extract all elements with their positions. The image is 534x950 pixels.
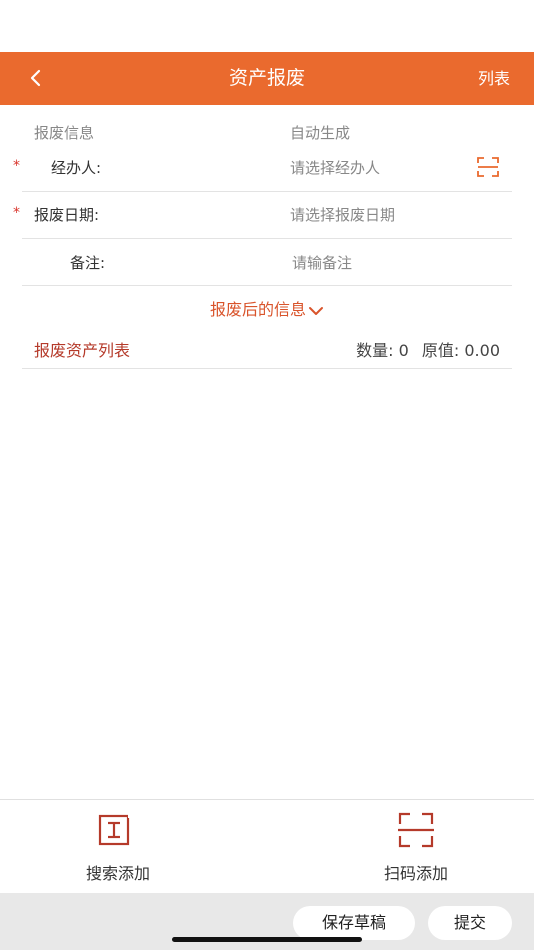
asset-list-summary: 数量: 0 原值: 0.00 (356, 337, 500, 361)
status-bar-area (0, 0, 534, 52)
scrap-date-select[interactable]: 请选择报废日期 (290, 204, 395, 225)
required-marker: * (13, 158, 20, 174)
after-scrap-info-label: 报废后的信息 (209, 300, 306, 319)
chevron-down-icon (309, 306, 323, 315)
remark-input[interactable]: 请输备注 (292, 252, 352, 273)
scrap-date-row[interactable]: * 报废日期: 请选择报废日期 (13, 192, 512, 239)
scrap-info-label: 报废信息 (34, 124, 95, 142)
page-title: 资产报废 (228, 67, 305, 89)
back-chevron-icon[interactable] (24, 66, 48, 90)
asset-list-title: 报废资产列表 (34, 341, 131, 360)
scan-add-button[interactable]: 扫码添加 (316, 800, 516, 894)
scan-icon[interactable] (476, 155, 500, 179)
handler-row[interactable]: * 经办人: 请选择经办人 (13, 144, 512, 192)
quantity-value: 0 (398, 341, 409, 360)
asset-list-header: 报废资产列表 数量: 0 原值: 0.00 (22, 328, 512, 369)
save-draft-button[interactable]: 保存草稿 (293, 906, 415, 940)
required-marker: * (13, 205, 20, 221)
home-indicator (172, 937, 362, 942)
search-add-label: 搜索添加 (85, 864, 150, 883)
original-value: 0.00 (464, 341, 500, 360)
bottom-action-bar: 搜索添加 扫码添加 (0, 799, 534, 894)
remark-row[interactable]: 备注: 请输备注 (22, 239, 512, 286)
scan-add-icon (398, 812, 434, 848)
scrap-info-value: 自动生成 (290, 124, 351, 142)
search-add-icon (98, 814, 138, 846)
nav-bar: 资产报废 列表 (0, 52, 534, 105)
quantity-label: 数量: (356, 341, 394, 360)
scan-add-label: 扫码添加 (383, 864, 448, 883)
handler-select[interactable]: 请选择经办人 (290, 157, 380, 178)
submit-button[interactable]: 提交 (428, 906, 512, 940)
after-scrap-info-toggle[interactable]: 报废后的信息 (0, 296, 534, 319)
list-link[interactable]: 列表 (478, 52, 510, 105)
original-value-label: 原值: (421, 341, 460, 360)
scrap-date-label: 报废日期: (34, 206, 100, 224)
scrap-info-row: 报废信息 自动生成 (22, 122, 512, 144)
handler-label: 经办人: (51, 159, 102, 177)
search-add-button[interactable]: 搜索添加 (18, 800, 218, 894)
remark-label: 备注: (70, 254, 106, 272)
